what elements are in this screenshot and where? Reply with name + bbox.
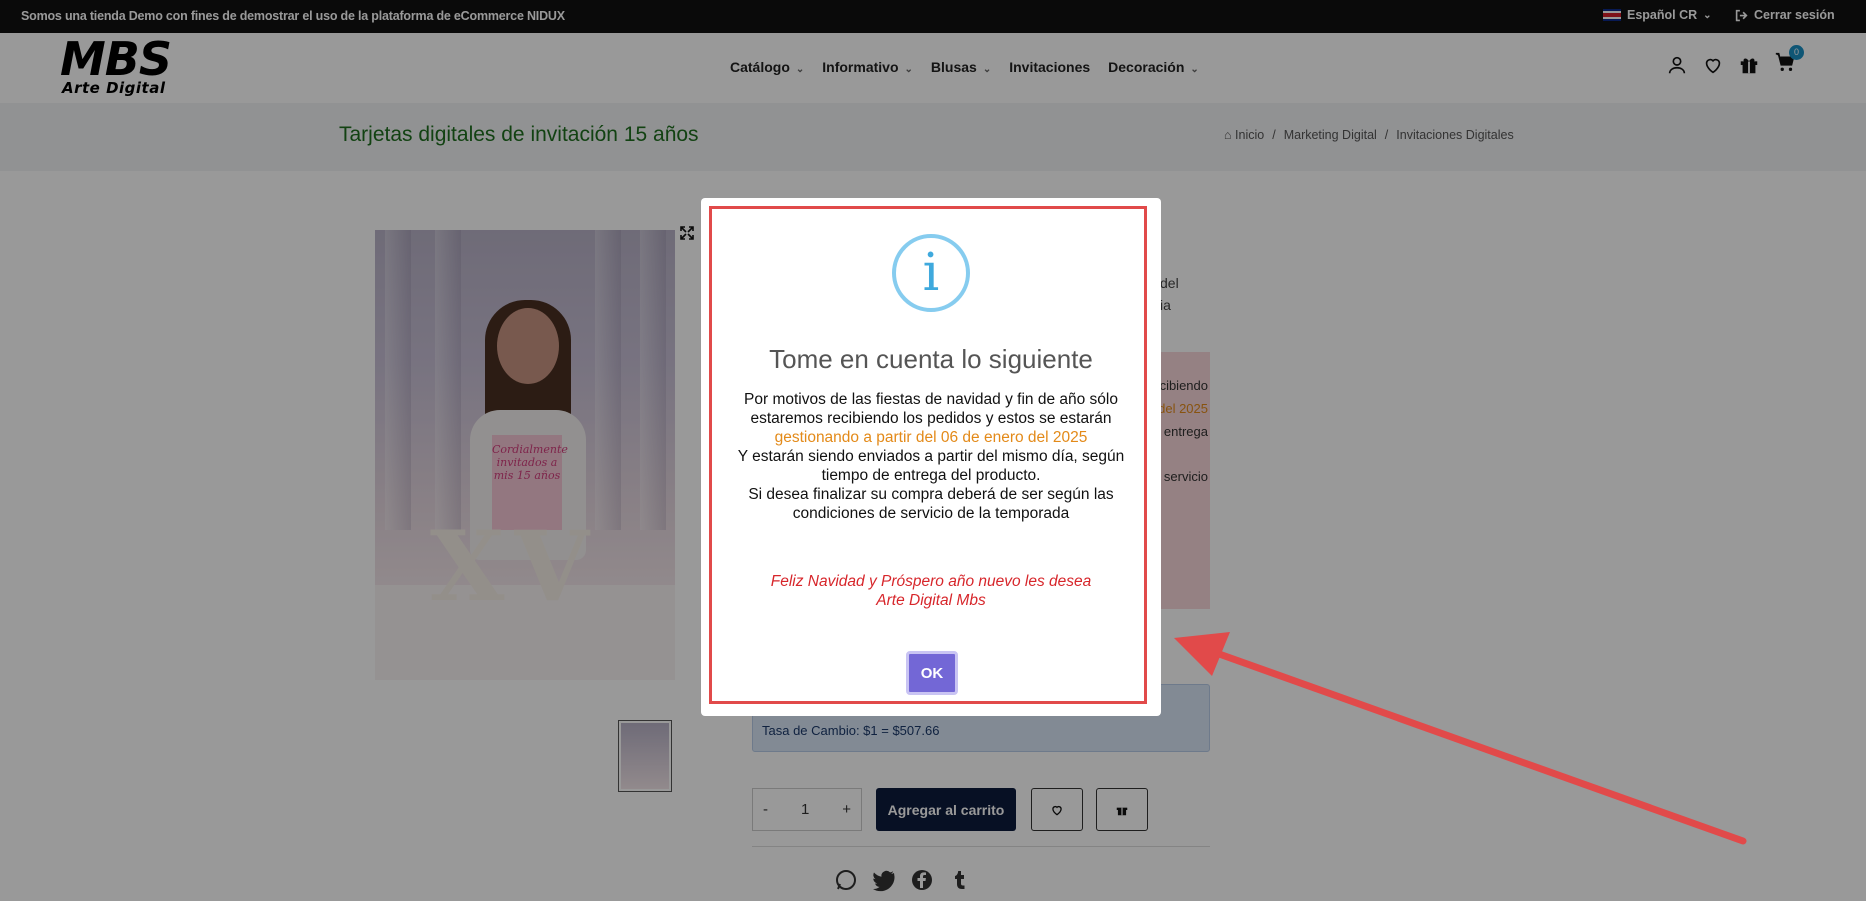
annotation-arrow-icon xyxy=(1174,632,1747,845)
modal-greeting: Feliz Navidad y Próspero año nuevo les d… xyxy=(770,573,1092,609)
info-icon: i xyxy=(892,234,970,312)
modal-highlight-date: gestionando a partir del 06 de enero del… xyxy=(774,429,1088,446)
modal-message-line2: Y estarán siendo enviados a partir del m… xyxy=(737,448,1125,484)
ok-button[interactable]: OK xyxy=(906,651,958,695)
modal-message-line1: Por motivos de las fiestas de navidad y … xyxy=(744,391,1118,427)
modal-title: Tome en cuenta lo siguiente xyxy=(769,344,1093,374)
modal-message: Por motivos de las fiestas de navidad y … xyxy=(721,390,1141,523)
info-modal: i Tome en cuenta lo siguiente Por motivo… xyxy=(701,198,1161,716)
modal-message-line3: Si desea finalizar su compra deberá de s… xyxy=(748,486,1114,522)
